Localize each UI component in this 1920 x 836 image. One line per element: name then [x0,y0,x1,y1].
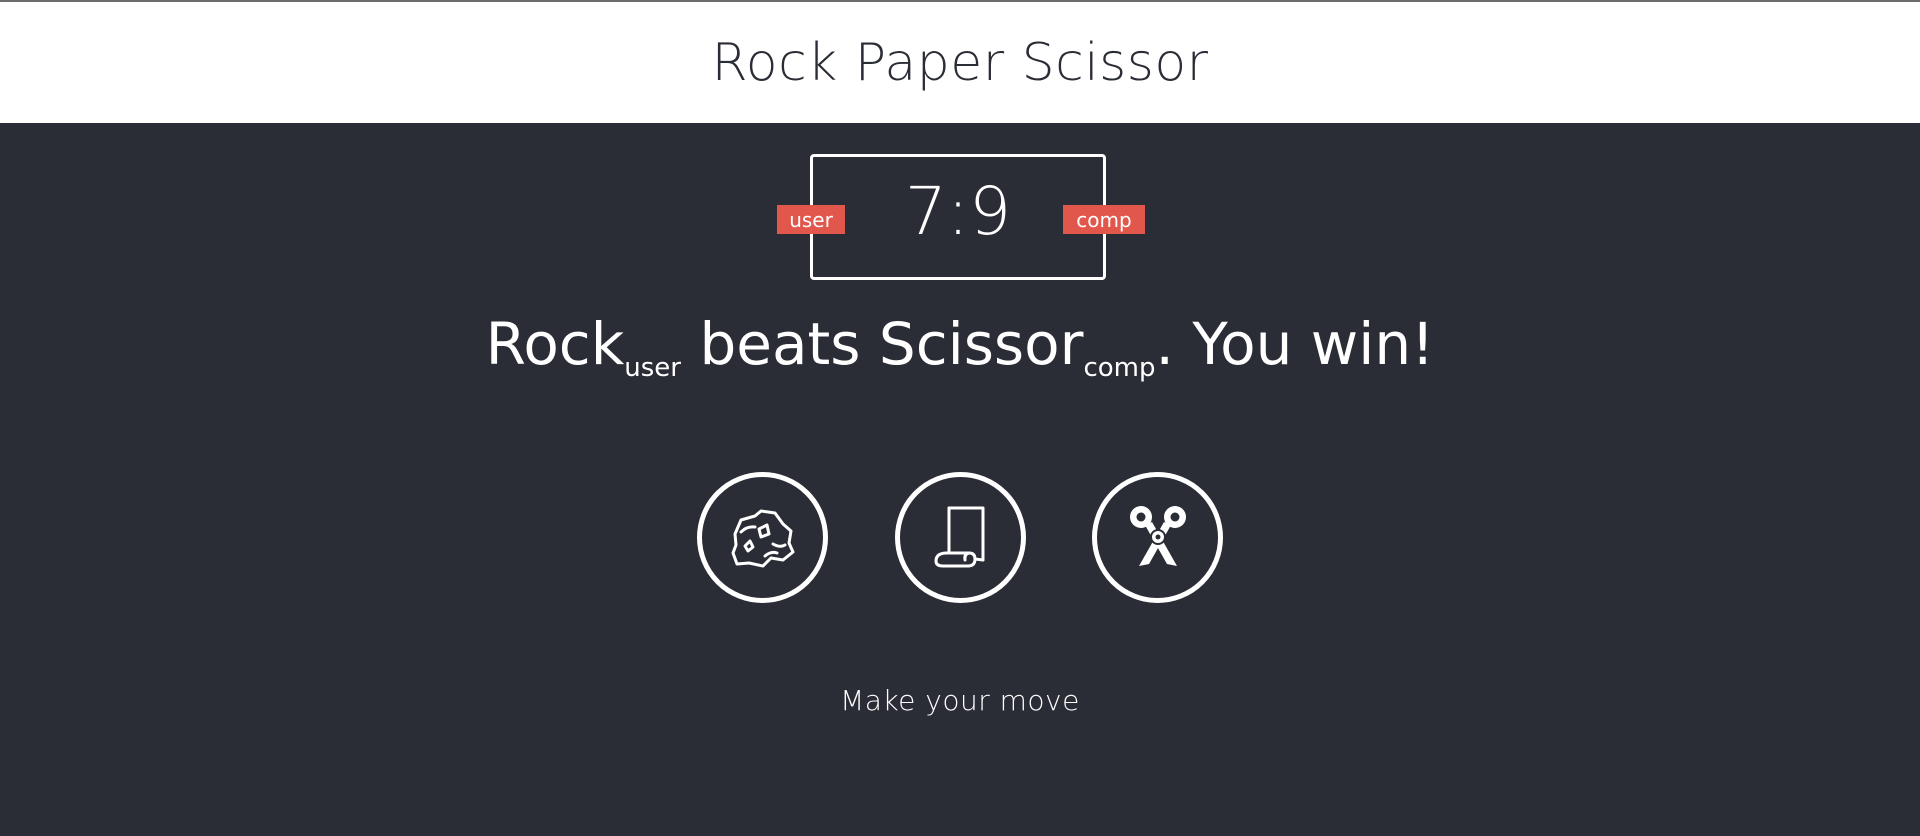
score-display: 7:9 [904,173,1012,250]
result-comp-subscript: comp [1083,353,1156,383]
result-user-choice: Rock [485,310,625,378]
result-verb: beats [699,310,861,378]
result-user-subscript: user [624,353,681,383]
rock-icon [731,509,794,567]
header: Rock Paper Scissor [0,2,1920,123]
comp-score-badge: comp [1063,205,1145,234]
choice-buttons [0,472,1920,612]
scissors-icon [1129,505,1186,566]
prompt-message: Make your move [840,684,1080,717]
paper-scroll-icon [934,506,984,567]
result-comp-choice: Scissor [878,310,1084,378]
scoreboard: user 7:9 comp [777,154,1145,280]
rock-button[interactable] [697,472,828,603]
result-outcome: . You win! [1155,310,1435,378]
result-message: Rockuser beats Scissorcomp. You win! [0,315,1920,381]
game-area: user 7:9 comp Rockuser beats Scissorcomp… [0,123,1920,836]
page-title: Rock Paper Scissor [711,32,1209,93]
paper-button[interactable] [895,472,1026,603]
scissors-button[interactable] [1092,472,1223,603]
